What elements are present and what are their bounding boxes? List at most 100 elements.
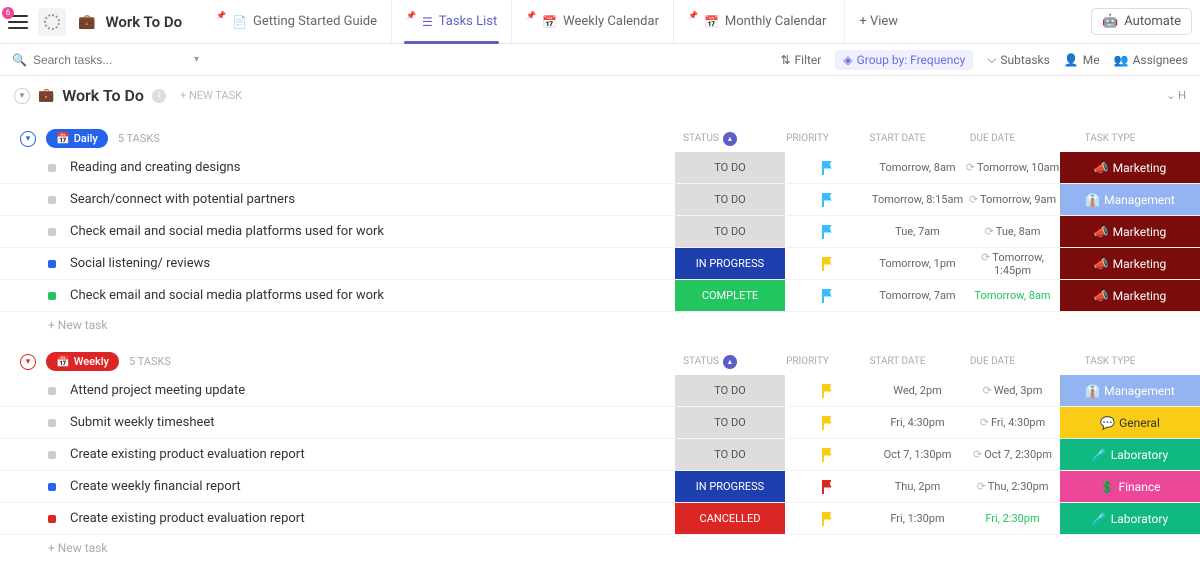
info-icon[interactable]: i (152, 89, 166, 103)
task-name[interactable]: Check email and social media platforms u… (70, 288, 675, 303)
startdate-cell[interactable]: Tomorrow, 7am (870, 289, 965, 302)
menu-toggle[interactable]: 6 (8, 15, 28, 29)
add-view-button[interactable]: + View (844, 0, 912, 43)
new-task-header-button[interactable]: + NEW TASK (180, 89, 242, 102)
status-cell[interactable]: IN PROGRESS (675, 248, 785, 279)
tasktype-cell[interactable]: 👔Management (1060, 375, 1200, 406)
col-startdate[interactable]: START DATE (850, 356, 945, 367)
group-collapse-button[interactable]: ▾ (20, 131, 36, 147)
priority-cell[interactable] (785, 289, 870, 303)
status-cell[interactable]: TO DO (675, 152, 785, 183)
search-input[interactable] (33, 53, 188, 67)
status-cell[interactable]: TO DO (675, 439, 785, 470)
startdate-cell[interactable]: Thu, 2pm (870, 480, 965, 493)
task-row[interactable]: Search/connect with potential partners T… (0, 184, 1200, 216)
priority-cell[interactable] (785, 257, 870, 271)
col-tasktype[interactable]: TASK TYPE (1040, 356, 1180, 367)
task-name[interactable]: Search/connect with potential partners (70, 192, 675, 207)
group-badge[interactable]: 📅Weekly (46, 352, 119, 371)
task-row[interactable]: Create existing product evaluation repor… (0, 503, 1200, 535)
me-button[interactable]: 👤Me (1064, 53, 1100, 67)
col-duedate[interactable]: DUE DATE (945, 356, 1040, 367)
startdate-cell[interactable]: Wed, 2pm (870, 384, 965, 397)
tasktype-cell[interactable]: 📣Marketing (1060, 248, 1200, 279)
col-priority[interactable]: PRIORITY (765, 133, 850, 144)
priority-cell[interactable] (785, 225, 870, 239)
status-cell[interactable]: TO DO (675, 375, 785, 406)
duedate-cell[interactable]: ⟳Tue, 8am (965, 225, 1060, 238)
collapse-all-button[interactable]: ▾ (14, 88, 30, 104)
status-cell[interactable]: IN PROGRESS (675, 471, 785, 502)
priority-cell[interactable] (785, 448, 870, 462)
startdate-cell[interactable]: Tomorrow, 8am (870, 161, 965, 174)
task-row[interactable]: Social listening/ reviews IN PROGRESS To… (0, 248, 1200, 280)
subtasks-button[interactable]: ⌵Subtasks (987, 52, 1050, 67)
status-cell[interactable]: COMPLETE (675, 280, 785, 311)
duedate-cell[interactable]: Fri, 2:30pm (965, 512, 1060, 525)
tasktype-cell[interactable]: 🧪Laboratory (1060, 439, 1200, 470)
priority-cell[interactable] (785, 512, 870, 526)
duedate-cell[interactable]: ⟳Tomorrow, 10am (965, 161, 1060, 174)
tab-monthly-calendar[interactable]: 📌📅Monthly Calendar (673, 0, 840, 43)
priority-cell[interactable] (785, 193, 870, 207)
tasktype-cell[interactable]: 📣Marketing (1060, 280, 1200, 311)
task-name[interactable]: Reading and creating designs (70, 160, 675, 175)
priority-cell[interactable] (785, 384, 870, 398)
task-row[interactable]: Reading and creating designs TO DO Tomor… (0, 152, 1200, 184)
tasktype-cell[interactable]: 💬General (1060, 407, 1200, 438)
status-cell[interactable]: TO DO (675, 216, 785, 247)
duedate-cell[interactable]: ⟳Tomorrow, 9am (965, 193, 1060, 206)
assignees-button[interactable]: 👥Assignees (1114, 53, 1188, 67)
group-badge[interactable]: 📅Daily (46, 129, 108, 148)
duedate-cell[interactable]: ⟳Oct 7, 2:30pm (965, 448, 1060, 461)
tab-tasks-list[interactable]: 📌☰Tasks List (391, 0, 511, 43)
tab-weekly-calendar[interactable]: 📌📅Weekly Calendar (511, 0, 673, 43)
col-startdate[interactable]: START DATE (850, 133, 945, 144)
task-row[interactable]: Create existing product evaluation repor… (0, 439, 1200, 471)
duedate-cell[interactable]: ⟳Fri, 4:30pm (965, 416, 1060, 429)
col-status[interactable]: STATUS▴ (655, 132, 765, 146)
col-tasktype[interactable]: TASK TYPE (1040, 133, 1180, 144)
col-status[interactable]: STATUS▴ (655, 355, 765, 369)
task-name[interactable]: Create existing product evaluation repor… (70, 447, 675, 462)
status-cell[interactable]: CANCELLED (675, 503, 785, 534)
hide-toggle[interactable]: ⌄ H (1166, 89, 1186, 102)
tasktype-cell[interactable]: 🧪Laboratory (1060, 503, 1200, 534)
col-duedate[interactable]: DUE DATE (945, 133, 1040, 144)
task-row[interactable]: Submit weekly timesheet TO DO Fri, 4:30p… (0, 407, 1200, 439)
status-cell[interactable]: TO DO (675, 407, 785, 438)
task-name[interactable]: Social listening/ reviews (70, 256, 675, 271)
duedate-cell[interactable]: ⟳Wed, 3pm (965, 384, 1060, 397)
tasktype-cell[interactable]: 👔Management (1060, 184, 1200, 215)
duedate-cell[interactable]: ⟳Tomorrow, 1:45pm (965, 251, 1060, 277)
startdate-cell[interactable]: Fri, 4:30pm (870, 416, 965, 429)
automate-button[interactable]: 🤖 Automate (1091, 8, 1192, 35)
startdate-cell[interactable]: Tomorrow, 1pm (870, 257, 965, 270)
startdate-cell[interactable]: Tue, 7am (870, 225, 965, 238)
tab-getting-started-guide[interactable]: 📌📄Getting Started Guide (202, 0, 391, 43)
task-name[interactable]: Check email and social media platforms u… (70, 224, 675, 239)
tasktype-cell[interactable]: 💲Finance (1060, 471, 1200, 502)
task-name[interactable]: Create existing product evaluation repor… (70, 511, 675, 526)
status-cell[interactable]: TO DO (675, 184, 785, 215)
filter-button[interactable]: ⇅Filter (780, 53, 821, 67)
tasktype-cell[interactable]: 📣Marketing (1060, 216, 1200, 247)
tasktype-cell[interactable]: 📣Marketing (1060, 152, 1200, 183)
task-row[interactable]: Check email and social media platforms u… (0, 216, 1200, 248)
startdate-cell[interactable]: Oct 7, 1:30pm (870, 448, 965, 461)
startdate-cell[interactable]: Fri, 1:30pm (870, 512, 965, 525)
task-row[interactable]: Attend project meeting update TO DO Wed,… (0, 375, 1200, 407)
groupby-button[interactable]: ◈Group by: Frequency (835, 50, 973, 70)
search-box[interactable]: 🔍 ▾ (12, 53, 182, 67)
duedate-cell[interactable]: ⟳Thu, 2:30pm (965, 480, 1060, 493)
duedate-cell[interactable]: Tomorrow, 8am (965, 289, 1060, 302)
col-priority[interactable]: PRIORITY (765, 356, 850, 367)
task-row[interactable]: Check email and social media platforms u… (0, 280, 1200, 312)
new-task-button[interactable]: + New task (0, 312, 1200, 338)
task-row[interactable]: Create weekly financial report IN PROGRE… (0, 471, 1200, 503)
task-name[interactable]: Submit weekly timesheet (70, 415, 675, 430)
task-name[interactable]: Create weekly financial report (70, 479, 675, 494)
new-task-button[interactable]: + New task (0, 535, 1200, 561)
chevron-down-icon[interactable]: ▾ (194, 54, 199, 65)
priority-cell[interactable] (785, 161, 870, 175)
